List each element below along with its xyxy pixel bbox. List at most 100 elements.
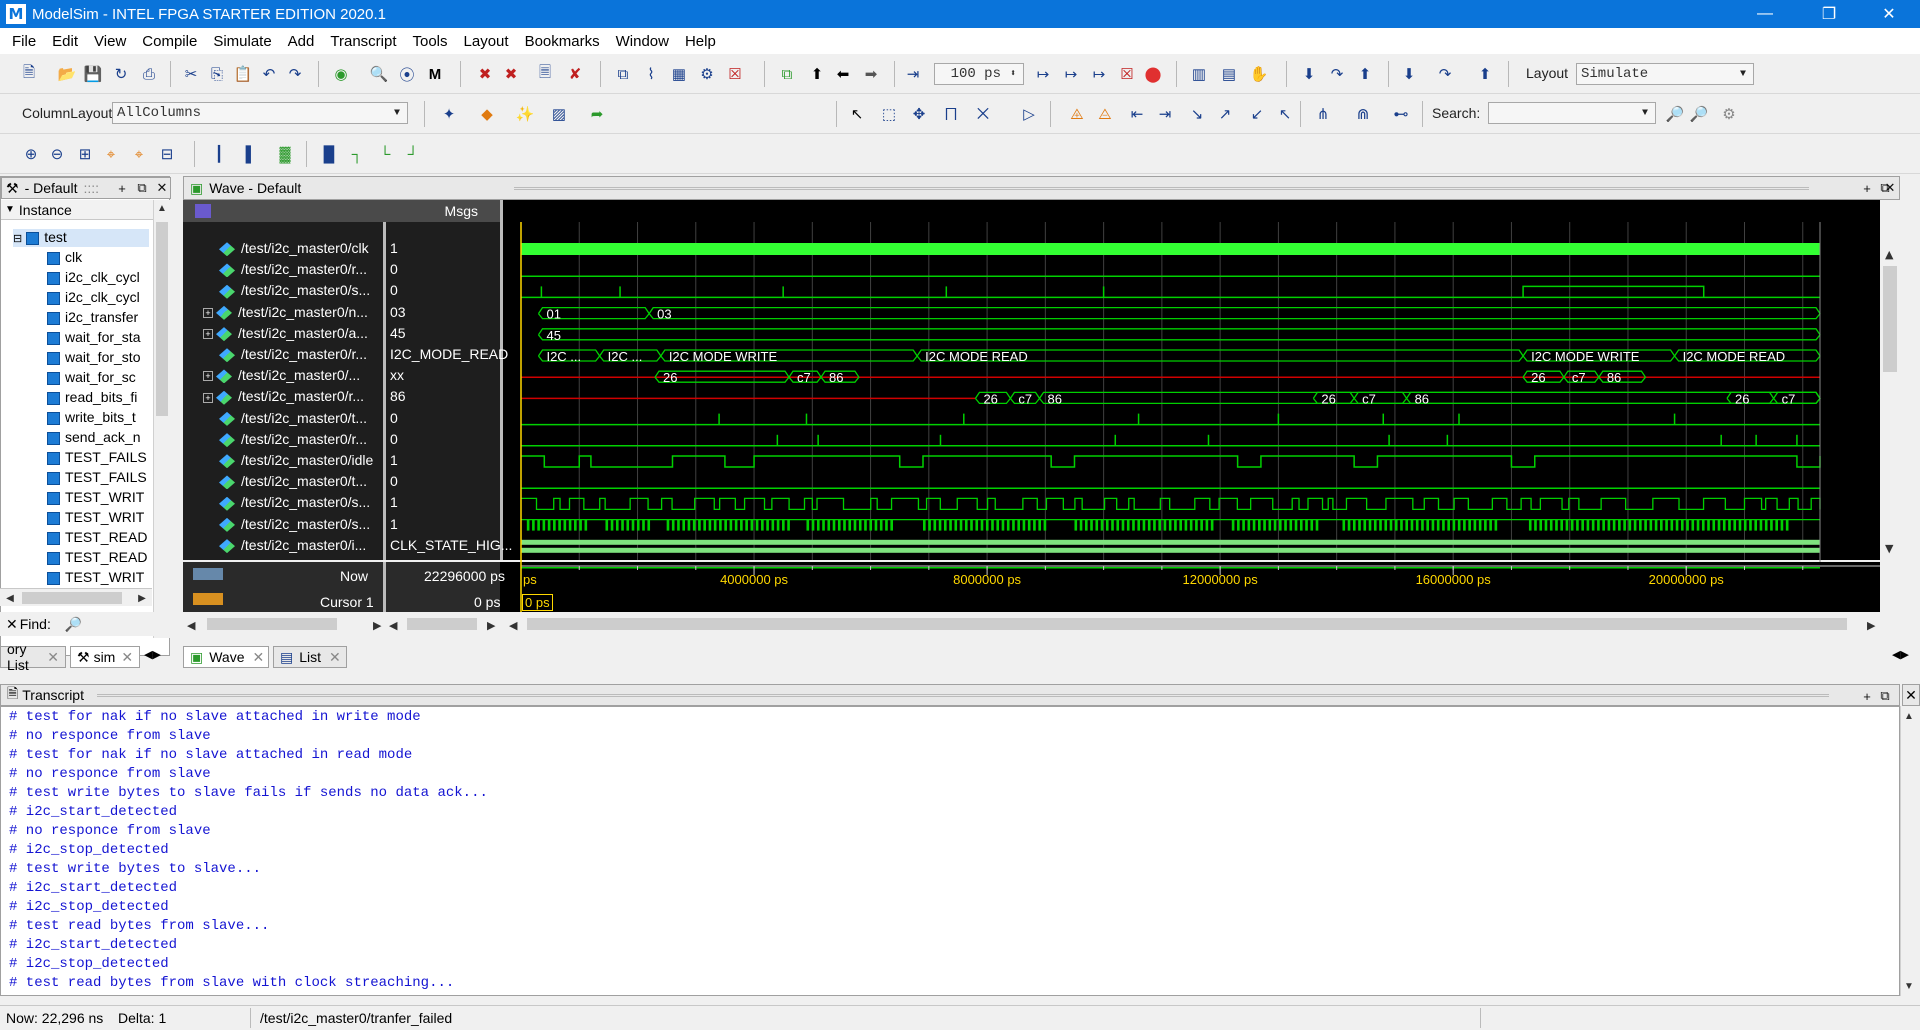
tree-item[interactable]: write_bits_t [47,409,136,425]
zoom-cursor-icon[interactable]: ⌖ [100,143,122,165]
menu-help[interactable]: Help [677,33,724,50]
memory-icon[interactable]: ▤ [1218,63,1240,85]
tab-close-icon[interactable]: ✕ [47,649,59,666]
menu-file[interactable]: File [4,33,44,50]
step-over2-icon[interactable]: ↷ [1434,63,1456,85]
undo-icon[interactable]: ↶ [258,63,280,85]
tab-close-icon[interactable]: ✕ [329,649,341,666]
zoom-box-icon[interactable]: ⬚ [878,103,900,125]
names-hscroll-thumb[interactable] [207,618,337,630]
menu-bookmarks[interactable]: Bookmarks [517,33,608,50]
expand-icon[interactable]: + [203,371,213,382]
open-folder-icon[interactable]: 📂 [56,63,78,85]
cut-icon[interactable]: ✂ [180,63,202,85]
expand-icon[interactable]: + [203,392,213,403]
arrow-left-icon[interactable]: ⬅ [832,63,854,85]
tree-item[interactable]: TEST_FAILS [47,469,147,485]
cursor-add-icon[interactable]: ⨹ [1066,103,1088,125]
collapse-all-icon[interactable]: ⋒ [1352,103,1374,125]
menu-view[interactable]: View [86,33,134,50]
menu-edit[interactable]: Edit [44,33,86,50]
tree-item[interactable]: i2c_clk_cycl [47,269,140,285]
tree-item-test[interactable]: ⊟ test [13,229,149,247]
run-all-icon[interactable]: ↦ [1088,63,1110,85]
tree-item[interactable]: i2c_transfer [47,309,138,325]
arrow-up-icon[interactable]: ⬆ [806,63,828,85]
chevron-down-icon[interactable]: ▼ [1735,66,1751,82]
prev-edge-icon[interactable]: ⇤ [1126,103,1148,125]
signal-name[interactable]: /test/i2c_master0/r... [219,431,367,448]
tree-item[interactable]: TEST_READ [47,549,147,565]
arrow-right-icon[interactable]: ➡ [860,63,882,85]
tree-item[interactable]: send_ack_n [47,429,141,445]
edge-icon[interactable]: ⨅ [940,103,962,125]
scroll-arrow-icon[interactable]: ▶ [1867,619,1876,632]
wave-export-icon[interactable]: ➦ [586,103,608,125]
display-signal-icon[interactable]: ┃ [208,143,230,165]
stop-icon[interactable]: ⬤ [1142,63,1164,85]
collapse-icon[interactable]: ⊟ [13,233,22,245]
display-fill-icon[interactable]: ▓ [274,143,296,165]
zoom-range-icon[interactable]: ⌖ [128,143,150,165]
signal-name[interactable]: + /test/i2c_master0/r... [203,388,364,405]
scroll-up-icon[interactable]: ▲ [1885,248,1894,261]
find-options-icon[interactable]: 🔎 [65,616,82,633]
drag-handle-icon[interactable]: :::: [83,180,99,196]
instance-hscroll-bar[interactable]: ◀ ▶ [0,588,152,606]
tree-item[interactable]: TEST_WRIT [47,569,144,585]
close-pane-icon[interactable]: ✕ [1902,684,1920,706]
save-icon[interactable]: 💾 [82,63,104,85]
print-icon[interactable]: ⎙ [138,63,160,85]
cursor-delete-icon[interactable]: ⨺ [1094,103,1116,125]
scroll-down-icon[interactable]: ▼ [1885,542,1894,555]
find-close-icon[interactable]: ✕ [6,616,18,633]
group-icon[interactable]: ⊷ [1390,103,1412,125]
run-continue-icon[interactable]: ↦ [1060,63,1082,85]
sim-profile-icon[interactable]: ⚙ [696,63,718,85]
tab-close-icon[interactable]: ✕ [121,649,133,666]
menu-compile[interactable]: Compile [134,33,205,50]
break-icon[interactable]: ☒ [1116,63,1138,85]
minimize-icon[interactable]: — [1742,0,1788,28]
scroll-up-icon[interactable]: ▲ [1901,708,1917,724]
run-icon[interactable]: ↦ [1032,63,1054,85]
signal-name[interactable]: + /test/i2c_master0/n... [203,304,368,320]
clear-icon[interactable]: ✘ [564,63,586,85]
doc-icon[interactable]: 🗏 [534,63,556,85]
menu-simulate[interactable]: Simulate [205,33,279,50]
cursor-marker[interactable]: 0 ps [522,594,553,611]
insert-divider-icon[interactable]: ◆ [476,103,498,125]
scroll-arrow-icon[interactable]: ▶ [487,619,496,632]
tree-item[interactable]: clk [47,249,82,265]
signal-name[interactable]: /test/i2c_master0/idle [219,452,373,469]
restart-icon[interactable]: ⧉ [776,63,798,85]
wave-tools-icon[interactable]: ✨ [514,103,536,125]
zoom-last-icon[interactable]: ⊟ [156,143,178,165]
zoom-out-icon[interactable]: ⊖ [46,143,68,165]
expand-all-icon[interactable]: ⋔ [1312,103,1334,125]
close-pane-icon[interactable]: ✕ [154,180,170,196]
signal-name[interactable]: /test/i2c_master0/s... [219,282,370,299]
tree-item[interactable]: wait_for_sto [47,349,140,365]
undock-icon[interactable]: ⧉ [134,180,150,196]
new-file-icon[interactable]: 🗎 [18,63,40,85]
falling-edge-icon[interactable]: ↘ [1186,103,1208,125]
signal-name[interactable]: /test/i2c_master0/t... [219,473,367,490]
instance-column-header[interactable]: ▼ Instance [1,200,153,220]
scroll-right-icon[interactable]: ▶ [134,590,150,606]
step-out-icon[interactable]: ⬆ [1354,63,1376,85]
next-edge-icon[interactable]: ⇥ [1154,103,1176,125]
spin-icon[interactable]: ⬍ [1005,66,1021,82]
wave-hscroll-thumb[interactable] [527,618,1847,630]
close-icon[interactable]: ✕ [1866,0,1912,28]
scroll-left-icon[interactable]: ◀ [2,590,18,606]
menu-window[interactable]: Window [608,33,677,50]
display-step-icon[interactable]: ┐ [346,143,368,165]
tab-memory-list[interactable]: ory List ✕ [0,641,66,673]
layout-select[interactable]: Simulate ▼ [1576,63,1754,85]
find-binoculars-icon[interactable]: 🔍 [368,63,390,85]
edge-prev2-icon[interactable]: ↙ [1246,103,1268,125]
close-pane-icon[interactable]: ✕ [1882,180,1898,196]
add-pane-icon[interactable]: + [114,180,130,196]
hand-icon[interactable]: ✋ [1248,63,1270,85]
